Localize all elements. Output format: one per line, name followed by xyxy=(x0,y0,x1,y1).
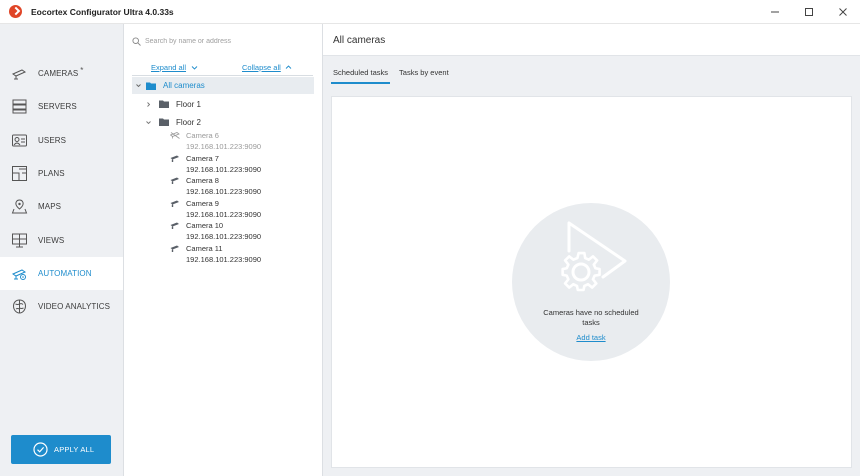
maps-icon xyxy=(11,199,28,214)
sidebar-item-servers[interactable]: SERVERS xyxy=(0,90,123,123)
sidebar: CAMERAS * SERVERS USERS PLANS MAPS VIEWS … xyxy=(0,24,124,476)
camera-name: Camera 9 xyxy=(186,199,219,208)
tree-group-floor-2[interactable]: Floor 2 xyxy=(145,116,201,128)
camera-icon xyxy=(170,177,179,184)
camera-icon xyxy=(170,245,179,252)
add-task-link[interactable]: Add task xyxy=(576,333,605,342)
automation-icon xyxy=(11,269,27,280)
collapsed-arrow-icon[interactable] xyxy=(145,101,152,108)
camera-icon xyxy=(170,200,179,207)
camera-name: Camera 10 xyxy=(186,221,224,230)
window-title: Eocortex Configurator Ultra 4.0.33s xyxy=(31,6,174,17)
sidebar-item-label: VIEWS xyxy=(38,236,65,245)
sidebar-item-plans[interactable]: PLANS xyxy=(0,157,123,190)
tree-camera-item[interactable]: Camera 11 192.168.101.223:9090 xyxy=(170,244,300,267)
camera-address: 192.168.101.223:9090 xyxy=(186,142,262,151)
plans-icon xyxy=(12,166,27,181)
tree-group-label: Floor 1 xyxy=(176,99,201,109)
video-analytics-icon xyxy=(12,299,27,314)
chevron-up-icon xyxy=(285,65,292,69)
empty-message: Cameras have no scheduled tasks xyxy=(543,308,639,327)
page-title: All cameras xyxy=(333,35,386,46)
camera-address: 192.168.101.223:9090 xyxy=(186,210,262,219)
expanded-arrow-icon[interactable] xyxy=(135,82,142,89)
tasks-content-area: Cameras have no scheduled tasks Add task xyxy=(331,96,852,468)
camera-tree-panel: Expand all Collapse all All cameras Floo… xyxy=(124,24,323,476)
sidebar-item-label: SERVERS xyxy=(38,102,77,111)
camera-icon xyxy=(170,155,179,162)
sidebar-item-cameras[interactable]: CAMERAS * xyxy=(0,57,123,90)
search-box xyxy=(132,34,312,48)
empty-state: Cameras have no scheduled tasks Add task xyxy=(512,203,670,361)
sidebar-item-label: MAPS xyxy=(38,202,62,211)
tree-actions: Expand all Collapse all xyxy=(151,63,301,75)
camera-address: 192.168.101.223:9090 xyxy=(186,165,262,174)
main-panel: All cameras Scheduled tasks Tasks by eve… xyxy=(323,24,860,476)
camera-icon xyxy=(170,222,179,229)
apply-all-button[interactable]: APPLY ALL xyxy=(11,435,111,464)
minimize-icon xyxy=(771,11,779,13)
sidebar-item-label: PLANS xyxy=(38,169,65,178)
camera-address: 192.168.101.223:9090 xyxy=(186,255,262,264)
maximize-icon xyxy=(805,8,813,16)
modified-marker: * xyxy=(80,66,84,75)
camera-address: 192.168.101.223:9090 xyxy=(186,232,262,241)
tree-root-all-cameras[interactable]: All cameras xyxy=(132,77,314,94)
sidebar-item-label: CAMERAS xyxy=(38,69,79,78)
close-button[interactable] xyxy=(826,0,860,24)
camera-name: Camera 8 xyxy=(186,176,219,185)
automation-gear-icon xyxy=(561,221,627,292)
users-icon xyxy=(12,134,27,147)
sidebar-item-automation[interactable]: AUTOMATION xyxy=(0,257,123,290)
views-icon xyxy=(12,233,27,248)
tab-scheduled-tasks[interactable]: Scheduled tasks xyxy=(331,68,391,84)
tree-camera-item[interactable]: Camera 7 192.168.101.223:9090 xyxy=(170,154,300,177)
sidebar-item-label: VIDEO ANALYTICS xyxy=(38,302,111,311)
sidebar-item-users[interactable]: USERS xyxy=(0,124,123,157)
tree-group-floor-1[interactable]: Floor 1 xyxy=(145,98,201,110)
camera-name: Camera 6 xyxy=(186,131,219,140)
divider xyxy=(132,75,313,76)
folder-icon xyxy=(159,118,169,126)
expanded-arrow-icon[interactable] xyxy=(145,119,152,126)
check-circle-icon xyxy=(33,442,48,457)
expand-all-link[interactable]: Expand all xyxy=(151,63,186,72)
tree-camera-item[interactable]: Camera 10 192.168.101.223:9090 xyxy=(170,221,300,244)
app-logo-icon xyxy=(9,5,22,18)
folder-icon xyxy=(159,100,169,108)
tab-bar: Scheduled tasks Tasks by event xyxy=(331,68,458,84)
sidebar-item-label: USERS xyxy=(38,136,67,145)
minimize-button[interactable] xyxy=(758,0,792,24)
title-bar: Eocortex Configurator Ultra 4.0.33s xyxy=(0,0,860,24)
camera-name: Camera 7 xyxy=(186,154,219,163)
folder-icon xyxy=(146,82,156,90)
chevron-down-icon xyxy=(191,66,198,70)
search-input[interactable] xyxy=(145,37,305,45)
tree-group-label: Floor 2 xyxy=(176,117,201,127)
camera-icon xyxy=(11,69,27,80)
sidebar-item-label: AUTOMATION xyxy=(38,269,92,278)
window-controls xyxy=(758,0,860,24)
sidebar-item-views[interactable]: VIEWS xyxy=(0,224,123,257)
camera-name: Camera 11 xyxy=(186,244,223,253)
main-header: All cameras xyxy=(323,24,860,56)
search-icon xyxy=(132,36,141,46)
servers-icon xyxy=(12,99,27,114)
camera-address: 192.168.101.223:9090 xyxy=(186,187,262,196)
apply-all-label: APPLY ALL xyxy=(54,445,95,454)
tree-camera-item[interactable]: Camera 9 192.168.101.223:9090 xyxy=(170,199,300,222)
collapse-all-link[interactable]: Collapse all xyxy=(242,63,281,72)
tab-tasks-by-event[interactable]: Tasks by event xyxy=(397,68,451,84)
camera-disabled-icon xyxy=(170,132,180,139)
sidebar-item-video-analytics[interactable]: VIDEO ANALYTICS xyxy=(0,290,123,323)
tree-camera-item[interactable]: Camera 8 192.168.101.223:9090 xyxy=(170,176,300,199)
sidebar-item-maps[interactable]: MAPS xyxy=(0,190,123,223)
tree-camera-item[interactable]: Camera 6 192.168.101.223:9090 xyxy=(170,131,300,154)
close-icon xyxy=(839,8,847,16)
maximize-button[interactable] xyxy=(792,0,826,24)
tree-root-label: All cameras xyxy=(163,81,205,90)
